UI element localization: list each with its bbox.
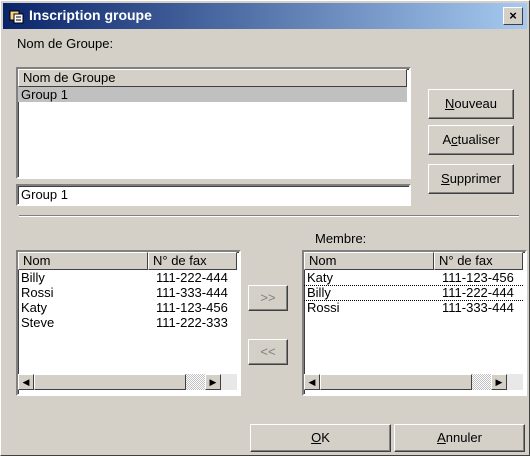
title-bar[interactable]: Inscription groupe × [3, 3, 527, 29]
scroll-thumb[interactable] [34, 374, 186, 390]
ok-button[interactable]: OK [250, 424, 391, 452]
member-row[interactable]: Billy 111-222-444 [304, 285, 523, 301]
group-name-label: Nom de Groupe: [17, 36, 114, 51]
member-fax: 111-333-444 [442, 300, 514, 315]
contact-fax: 111-222-444 [156, 270, 228, 285]
members-label: Membre: [315, 231, 367, 246]
contacts-header-fax[interactable]: N° de fax [148, 252, 237, 270]
group-name-input-value: Group 1 [21, 187, 68, 202]
scroll-left-icon[interactable]: ◀ [304, 374, 320, 390]
contact-fax: 111-123-456 [156, 300, 228, 315]
member-fax: 111-123-456 [442, 270, 514, 285]
members-h-scrollbar[interactable]: ◀ ▶ [304, 374, 523, 390]
remove-member-button[interactable]: << [248, 339, 288, 365]
group-name-input[interactable]: Group 1 [16, 184, 411, 206]
delete-button[interactable]: Supprimer [428, 164, 514, 194]
scroll-right-icon[interactable]: ▶ [205, 374, 221, 390]
members-list[interactable]: Nom N° de fax Katy 111-123-456 Billy 111… [302, 250, 527, 396]
members-header-name[interactable]: Nom [304, 252, 434, 270]
member-name: Billy [307, 285, 331, 300]
separator [19, 215, 519, 217]
group-name-cell: Group 1 [21, 87, 68, 102]
contact-name: Rossi [21, 285, 54, 300]
scroll-left-icon[interactable]: ◀ [18, 374, 34, 390]
member-row[interactable]: Katy 111-123-456 [304, 270, 523, 286]
contact-name: Billy [21, 270, 45, 285]
contacts-header-name[interactable]: Nom [18, 252, 148, 270]
members-header-fax[interactable]: N° de fax [434, 252, 523, 270]
refresh-button[interactable]: Actualiser [428, 125, 514, 155]
scroll-track[interactable] [472, 374, 491, 390]
member-name: Katy [307, 270, 334, 285]
scroll-thumb[interactable] [320, 374, 472, 390]
member-name: Rossi [307, 300, 340, 315]
contact-fax: 111-333-444 [156, 285, 228, 300]
window-title: Inscription groupe [29, 7, 152, 23]
contacts-h-scrollbar[interactable]: ◀ ▶ [18, 374, 237, 390]
group-list[interactable]: Nom de Groupe Group 1 [16, 67, 411, 179]
scroll-right-icon[interactable]: ▶ [491, 374, 507, 390]
contacts-list[interactable]: Nom N° de fax Billy 111-222-444 Rossi 11… [16, 250, 241, 396]
new-button[interactable]: Nouveau [428, 89, 514, 119]
cancel-button[interactable]: Annuler [394, 424, 525, 452]
member-fax: 111-222-444 [442, 285, 514, 300]
close-button[interactable]: × [503, 7, 523, 25]
dialog-window: Inscription groupe × Nom de Groupe: Nom … [0, 0, 530, 456]
add-member-button[interactable]: >> [248, 285, 288, 311]
contact-name: Steve [21, 315, 55, 330]
contact-name: Katy [21, 300, 48, 315]
scroll-track[interactable] [186, 374, 205, 390]
group-list-header[interactable]: Nom de Groupe [18, 69, 407, 87]
group-list-item[interactable]: Group 1 [18, 87, 407, 102]
group-icon [9, 10, 24, 24]
contact-fax: 111-222-333 [156, 315, 228, 330]
